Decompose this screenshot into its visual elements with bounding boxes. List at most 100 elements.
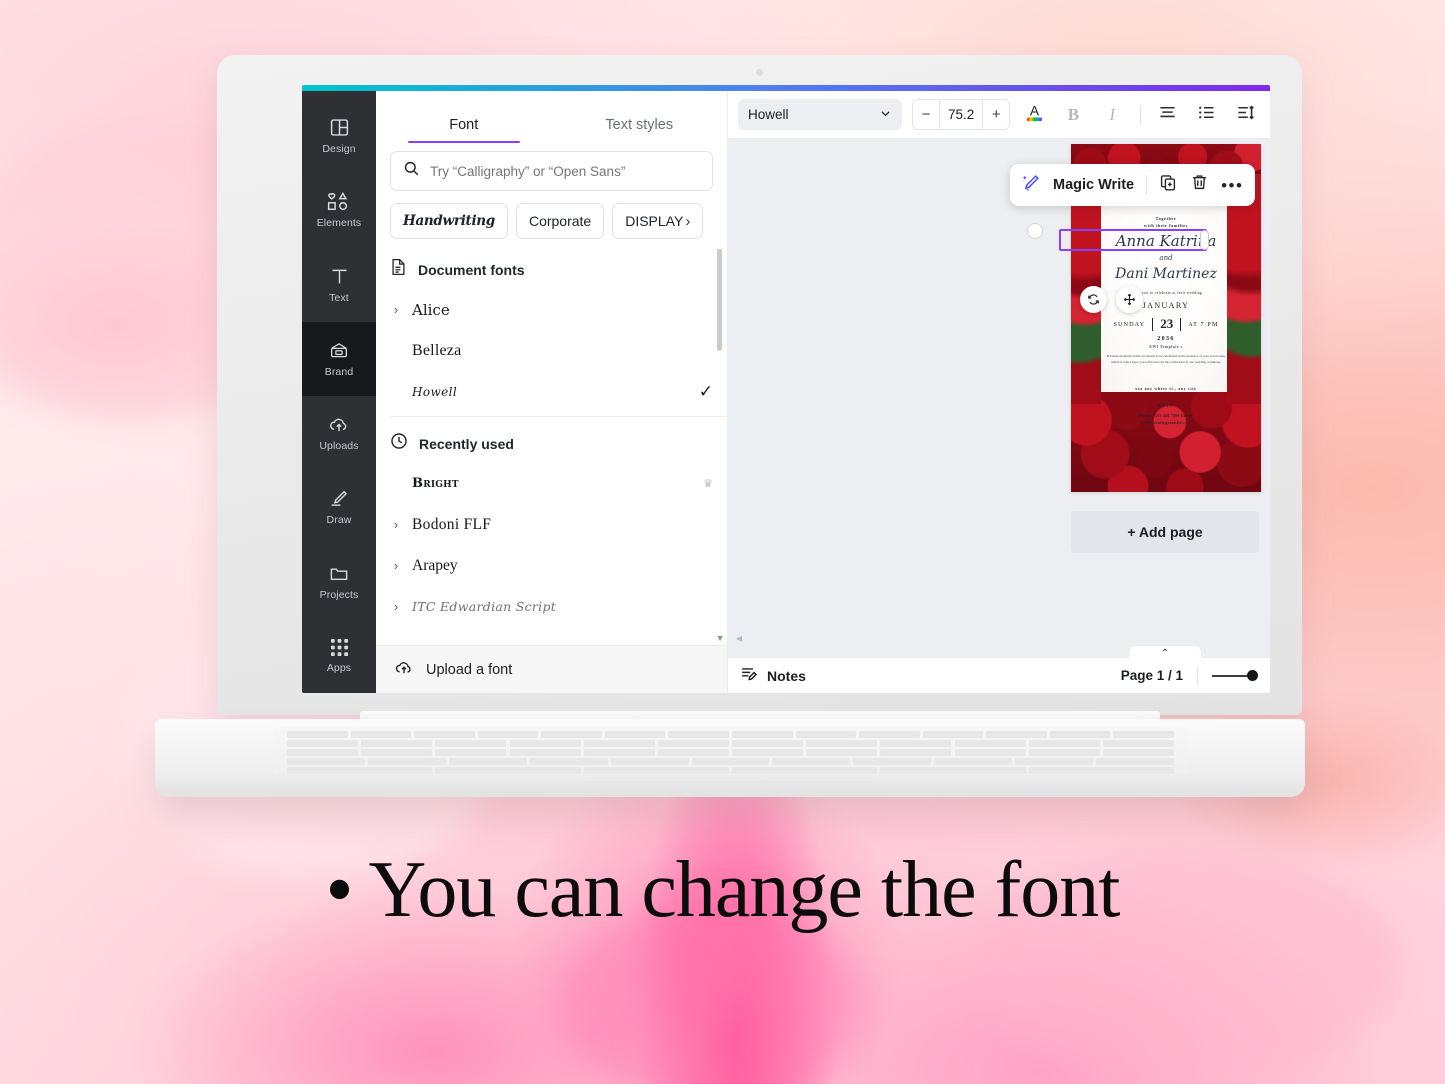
trash-icon[interactable] <box>1190 173 1209 197</box>
keyboard-key <box>1050 731 1111 738</box>
section-recently-used: Recently used <box>376 419 727 463</box>
more-dots-icon[interactable]: ••• <box>1221 177 1243 194</box>
pill-handwriting[interactable]: Handwriting <box>390 203 508 239</box>
sidebar-item-apps[interactable]: Apps <box>302 619 376 693</box>
invite-contact-1: Phone: +123 456 7890 Email: <box>1071 414 1261 418</box>
sidebar-item-projects[interactable]: Projects <box>302 545 376 619</box>
bold-button[interactable]: B <box>1059 100 1088 130</box>
keyboard-key <box>880 740 951 747</box>
text-color-button[interactable]: A <box>1020 100 1049 130</box>
font-row-belleza[interactable]: Belleza <box>376 330 727 371</box>
font-name: Bodoni FLF <box>412 516 713 534</box>
tab-font[interactable]: Font <box>376 117 552 143</box>
keyboard-key <box>668 731 729 738</box>
font-row-howell[interactable]: Howell ✓ <box>376 371 727 412</box>
font-list[interactable]: Document fonts › Alice Belleza <box>376 249 727 645</box>
sidebar-item-elements[interactable]: Elements <box>302 173 376 247</box>
line-spacing-button[interactable] <box>1231 100 1260 130</box>
keyboard-row <box>273 731 1188 740</box>
font-row-alice[interactable]: › Alice <box>376 289 727 330</box>
zoom-slider-track <box>1212 675 1247 677</box>
sidebar-item-design[interactable]: Design <box>302 99 376 173</box>
font-name: Alice <box>412 301 713 319</box>
italic-button[interactable]: I <box>1098 100 1127 130</box>
font-family-value: Howell <box>748 107 789 122</box>
zoom-slider-knob[interactable] <box>1247 670 1258 681</box>
roses-right <box>1227 174 1261 404</box>
sidebar-item-uploads[interactable]: Uploads <box>302 396 376 470</box>
keyboard-key <box>287 767 432 774</box>
move-button[interactable] <box>1116 286 1143 313</box>
upload-cloud-icon <box>328 414 350 435</box>
keyboard-key <box>361 740 432 747</box>
brand-icon <box>328 340 350 361</box>
keyboard-row <box>273 749 1188 758</box>
scroll-down-arrow[interactable]: ▼ <box>716 633 725 643</box>
keyboard-key <box>435 767 580 774</box>
invite-template-code: EWI Template s <box>1071 345 1261 349</box>
keyboard-row <box>273 767 1188 776</box>
font-row-arapey[interactable]: › Arapey <box>376 545 727 586</box>
sidebar-label: Brand <box>325 366 354 378</box>
upload-label: Upload a font <box>426 662 512 678</box>
upload-cloud-icon <box>394 658 414 681</box>
font-size-decrease-button[interactable]: − <box>913 100 939 129</box>
font-search-box[interactable] <box>390 151 713 191</box>
font-name: Bright <box>412 476 687 491</box>
section-document-fonts: Document fonts <box>376 249 727 289</box>
rotate-button[interactable] <box>1080 286 1107 313</box>
invite-year: 2036 <box>1071 336 1261 342</box>
text-color-icon: A <box>1024 101 1045 128</box>
text-selection-box[interactable] <box>1059 229 1207 251</box>
magic-write-label[interactable]: Magic Write <box>1053 177 1134 193</box>
left-arrow-icon[interactable]: ◂ <box>736 631 742 645</box>
notes-label: Notes <box>767 668 806 684</box>
duplicate-icon[interactable] <box>1159 173 1178 197</box>
collapse-panel-button[interactable]: ⌃ <box>1129 646 1201 659</box>
font-size-value[interactable]: 75.2 <box>939 100 983 129</box>
panel-scrollbar-thumb[interactable] <box>717 249 722 351</box>
selection-resize-handle[interactable] <box>1200 230 1209 250</box>
keyboard-key <box>361 749 432 756</box>
keyboard-key <box>1015 758 1093 765</box>
font-family-select[interactable]: Howell <box>738 99 902 130</box>
laptop-mockup: Design Elements <box>155 55 1305 795</box>
font-row-bright[interactable]: Bright ♛ <box>376 463 727 504</box>
chevron-right-icon[interactable]: › <box>390 302 402 317</box>
tab-text-styles[interactable]: Text styles <box>552 117 728 143</box>
chevron-right-icon[interactable]: › <box>390 517 402 532</box>
upload-a-font-button[interactable]: Upload a font <box>376 645 727 693</box>
section-divider <box>390 416 727 417</box>
keyboard-row <box>273 740 1188 749</box>
keyboard-row <box>273 758 1188 767</box>
section-title: Document fonts <box>418 262 525 278</box>
font-size-stepper[interactable]: − 75.2 + <box>912 99 1010 130</box>
chevron-right-icon[interactable]: › <box>390 558 402 573</box>
page-counter: Page 1 / 1 <box>1121 668 1183 683</box>
bullet-list-icon <box>1197 103 1216 127</box>
left-sidebar: Design Elements <box>302 91 376 693</box>
sidebar-item-brand[interactable]: Brand <box>302 322 376 396</box>
add-page-button[interactable]: + Add page <box>1071 511 1259 553</box>
bullet-list-button[interactable] <box>1192 100 1221 130</box>
invite-day-number: 23 <box>1160 316 1173 332</box>
keyboard-key <box>1029 767 1174 774</box>
sidebar-item-draw[interactable]: Draw <box>302 470 376 544</box>
sidebar-item-text[interactable]: Text <box>302 248 376 322</box>
zoom-slider[interactable] <box>1212 670 1258 681</box>
pill-corporate[interactable]: Corporate <box>516 203 604 239</box>
search-input[interactable] <box>430 164 700 179</box>
keyboard-key <box>368 758 446 765</box>
align-button[interactable] <box>1154 100 1183 130</box>
font-row-itc-edwardian-script[interactable]: › ITC Edwardian Script <box>376 586 727 627</box>
keyboard-key <box>435 749 506 756</box>
toolbar-separator <box>1140 105 1141 125</box>
folder-icon <box>328 563 350 584</box>
selection-rotate-handle[interactable] <box>1027 223 1043 239</box>
notes-button[interactable]: Notes <box>740 665 806 686</box>
status-separator <box>1197 667 1198 685</box>
font-size-increase-button[interactable]: + <box>983 100 1009 129</box>
chevron-right-icon[interactable]: › <box>390 599 402 614</box>
font-row-bodoni-flf[interactable]: › Bodoni FLF <box>376 504 727 545</box>
pill-display[interactable]: DISPLAY › <box>612 203 703 239</box>
